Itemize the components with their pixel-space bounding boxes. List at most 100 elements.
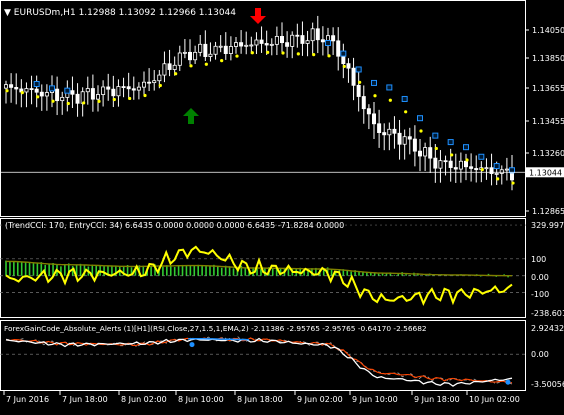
time-label: 10 Jun 02:00 — [469, 395, 520, 404]
candle-body — [279, 36, 284, 44]
candle-body — [4, 84, 9, 89]
rsi-tick-label: 0.00 — [531, 350, 549, 359]
trail-stop-dot — [373, 94, 377, 98]
candle-body — [44, 92, 49, 97]
candle-body — [213, 45, 218, 55]
candle-body — [392, 128, 397, 134]
candle-body — [341, 55, 346, 65]
main-pane-frame — [0, 0, 526, 217]
trail-stop-box — [340, 50, 347, 57]
trail-stop-dot — [450, 153, 454, 157]
rsi-alert-dot — [505, 379, 511, 385]
trail-stop-dot — [5, 89, 9, 93]
candle-body — [453, 167, 458, 170]
current-price-label: 1.13044 — [529, 168, 562, 177]
rsi-alert-dot — [189, 342, 195, 348]
cci-tick-label: -238.6018 — [531, 309, 564, 318]
candle-body — [474, 168, 479, 171]
candle-body — [351, 67, 356, 86]
candle-body — [423, 147, 428, 157]
candle-body — [484, 167, 489, 170]
candle-body — [131, 88, 136, 91]
candle-body — [356, 84, 361, 97]
candle-body — [177, 52, 182, 66]
cci-tick-label: 100 — [531, 255, 546, 264]
price-tick-label: 1.12865 — [532, 207, 564, 216]
candle-body — [96, 94, 101, 100]
candle-body — [24, 88, 29, 93]
candle-body — [187, 51, 192, 61]
candle-body — [121, 86, 126, 88]
candle-body — [152, 80, 157, 84]
candle-body — [290, 34, 295, 47]
candle-body — [141, 81, 146, 88]
candle-body — [34, 88, 39, 93]
candle-body — [244, 44, 249, 47]
candle-body — [433, 157, 438, 169]
candle-body — [494, 173, 499, 175]
trail-stop-box — [447, 139, 454, 146]
candle-body — [55, 88, 60, 102]
candle-body — [172, 64, 177, 70]
candle-body — [218, 45, 223, 48]
candle-body — [310, 28, 315, 42]
trail-stop-dot — [235, 54, 239, 58]
candle-body — [382, 132, 387, 136]
candle-body — [239, 42, 244, 47]
time-label: 7 Jun 18:00 — [62, 395, 108, 404]
trail-stop-box — [64, 87, 71, 94]
candle-body — [336, 40, 341, 57]
candle-body — [111, 88, 116, 97]
price-tick-label: 1.13260 — [532, 149, 564, 158]
trail-stop-dot — [342, 64, 346, 69]
trail-stop-box — [401, 95, 408, 102]
candle-body — [167, 63, 172, 70]
candle-body — [371, 113, 376, 125]
trail-stop-box — [493, 163, 500, 170]
trail-stop-box — [325, 40, 331, 47]
price-tick-label: 1.14050 — [532, 26, 564, 35]
trail-stop-box — [386, 84, 393, 91]
trail-stop-dot — [51, 99, 55, 103]
candle-body — [305, 40, 310, 44]
trail-stop-dot — [419, 129, 423, 133]
candle-body — [90, 88, 95, 100]
symbol-label: EURUSDm,H1 — [14, 8, 76, 18]
candle-body — [407, 136, 412, 140]
trail-stop-dot — [496, 177, 500, 181]
trail-stop-dot — [189, 64, 193, 68]
trail-stop-dot — [358, 80, 362, 84]
trail-stop-dot — [20, 90, 24, 95]
trail-stop-box — [432, 132, 439, 139]
chart-canvas[interactable]: ▼ EURUSDm,H1 1.12988 1.13092 1.12966 1.1… — [0, 0, 564, 411]
trail-stop-dot — [296, 52, 300, 56]
trail-stop-dot — [480, 167, 484, 172]
candle-body — [223, 45, 228, 54]
candle-body — [233, 42, 238, 47]
trail-stop-dot — [465, 158, 469, 162]
time-label: 9 Jun 10:00 — [352, 395, 398, 404]
candle-body — [469, 166, 474, 169]
time-label: 8 Jun 10:00 — [178, 395, 224, 404]
candle-body — [320, 39, 325, 43]
time-label: 9 Jun 18:00 — [414, 395, 460, 404]
candle-body — [346, 63, 351, 69]
candle-body — [387, 128, 392, 136]
mt4-chart-window[interactable]: ▼ EURUSDm,H1 1.12988 1.13092 1.12966 1.1… — [0, 0, 564, 411]
trail-stop-dot — [266, 50, 270, 54]
candle-body — [458, 160, 463, 170]
candle-body — [208, 53, 213, 57]
candle-body — [29, 88, 34, 90]
candle-body — [198, 43, 203, 53]
candle-body — [70, 90, 75, 95]
trail-stop-dot — [220, 59, 224, 63]
trail-stop-dot — [511, 181, 515, 185]
rsi-title: ForexGainCode_Absolute_Alerts (1)[H1](RS… — [4, 324, 427, 333]
candle-body — [300, 35, 305, 44]
candle-body — [106, 86, 111, 90]
trail-stop-dot — [281, 51, 285, 55]
time-label: 7 Jun 2016 — [6, 395, 49, 404]
candle-body — [397, 132, 402, 145]
time-label: 9 Jun 02:00 — [297, 395, 343, 404]
candle-body — [417, 150, 422, 157]
